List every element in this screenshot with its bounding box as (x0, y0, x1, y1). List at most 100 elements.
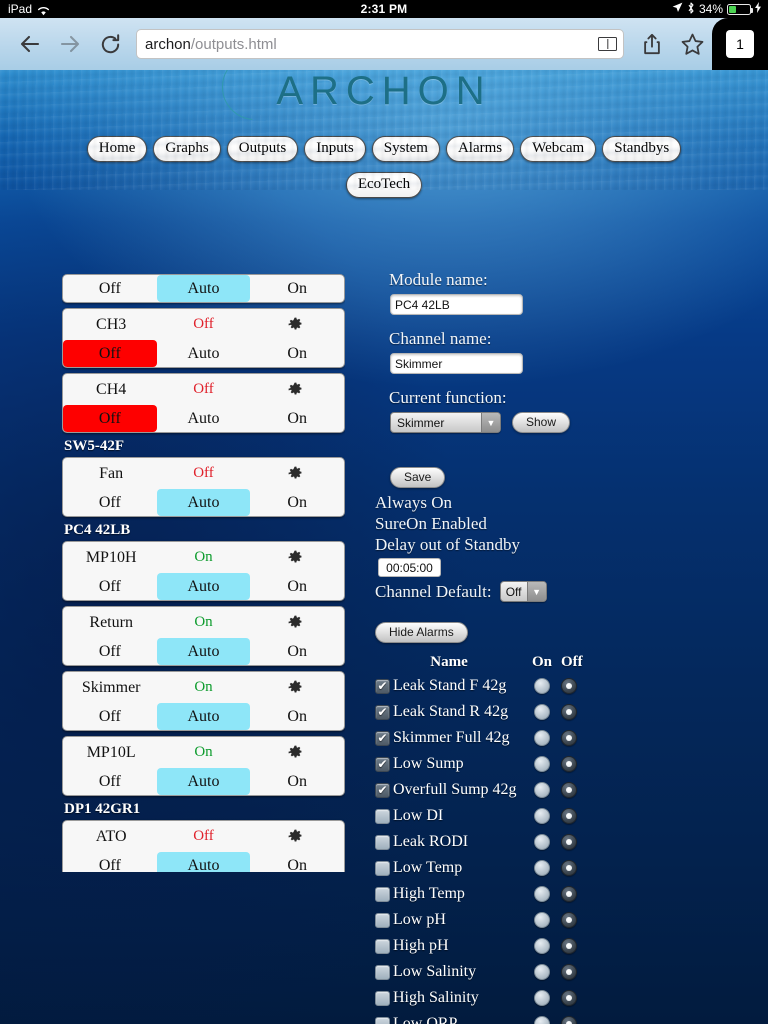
channel-mode-on-button[interactable]: On (250, 340, 344, 367)
alarm-enable-checkbox[interactable] (375, 964, 390, 980)
channel-default-select[interactable]: Off ▼ (499, 581, 547, 602)
nav-item-graphs[interactable]: Graphs (153, 136, 221, 162)
channel-mode-off-button[interactable]: Off (63, 768, 157, 795)
alarm-enable-checkbox[interactable] (375, 912, 390, 928)
nav-item-outputs[interactable]: Outputs (226, 136, 299, 162)
channel-mode-auto-button[interactable]: Auto (156, 768, 251, 795)
alarm-enable-checkbox[interactable] (375, 886, 390, 902)
bookmark-star-icon[interactable] (672, 24, 712, 64)
channel-mode-off-button[interactable]: Off (63, 275, 157, 302)
channel-mode-auto-button[interactable]: Auto (156, 489, 251, 516)
reload-button[interactable] (90, 24, 130, 64)
alarm-enable-checkbox[interactable] (375, 834, 390, 850)
current-function-select[interactable]: Skimmer ▼ (390, 412, 501, 433)
tab-overview-button[interactable]: 1 (712, 18, 768, 70)
gear-icon[interactable] (250, 745, 342, 760)
alarm-off-radio[interactable] (561, 1016, 577, 1024)
alarm-enable-checkbox[interactable] (375, 1016, 390, 1024)
channel-mode-on-button[interactable]: On (250, 768, 344, 795)
alarm-enable-checkbox[interactable]: ✔ (375, 730, 390, 746)
hide-alarms-button[interactable]: Hide Alarms (375, 622, 468, 643)
gear-icon[interactable] (250, 317, 342, 332)
gear-icon[interactable] (250, 550, 342, 565)
channel-mode-auto-button[interactable]: Auto (157, 340, 251, 367)
alarm-on-radio[interactable] (534, 808, 550, 824)
delay-time-input[interactable] (378, 558, 441, 577)
alarm-on-radio[interactable] (534, 704, 550, 720)
channel-mode-on-button[interactable]: On (250, 638, 344, 665)
alarm-enable-checkbox[interactable] (375, 990, 390, 1006)
alarm-enable-checkbox[interactable]: ✔ (375, 678, 390, 694)
alarm-off-radio[interactable] (561, 938, 577, 954)
channel-mode-off-button[interactable]: Off (63, 573, 157, 600)
alarm-on-radio[interactable] (534, 756, 550, 772)
alarm-off-radio[interactable] (561, 964, 577, 980)
channel-mode-auto-button[interactable]: Auto (156, 573, 251, 600)
alarm-off-radio[interactable] (561, 860, 577, 876)
gear-icon[interactable] (250, 615, 342, 630)
alarm-off-radio[interactable] (561, 912, 577, 928)
channel-mode-auto-button[interactable]: Auto (156, 703, 251, 730)
alarm-on-radio[interactable] (534, 938, 550, 954)
show-button[interactable]: Show (512, 412, 571, 433)
channel-mode-auto-button[interactable]: Auto (156, 852, 251, 872)
channel-mode-off-button[interactable]: Off (63, 852, 157, 873)
alarm-off-radio[interactable] (561, 782, 577, 798)
channel-mode-off-button[interactable]: Off (63, 638, 157, 665)
channel-mode-on-button[interactable]: On (250, 489, 344, 516)
alarm-on-radio[interactable] (534, 860, 550, 876)
alarm-enable-checkbox[interactable]: ✔ (375, 704, 390, 720)
channel-mode-auto-button[interactable]: Auto (156, 275, 251, 302)
gear-icon[interactable] (250, 466, 342, 481)
gear-icon[interactable] (250, 382, 342, 397)
share-button[interactable] (632, 24, 672, 64)
alarm-off-radio[interactable] (561, 704, 577, 720)
nav-item-inputs[interactable]: Inputs (304, 136, 366, 162)
alarm-off-radio[interactable] (561, 834, 577, 850)
channel-mode-off-button[interactable]: Off (63, 340, 157, 367)
channel-mode-on-button[interactable]: On (250, 275, 344, 302)
save-button[interactable]: Save (390, 467, 446, 488)
alarm-enable-checkbox[interactable]: ✔ (375, 782, 390, 798)
alarm-on-radio[interactable] (534, 912, 550, 928)
channel-mode-on-button[interactable]: On (250, 703, 344, 730)
alarm-on-radio[interactable] (534, 782, 550, 798)
alarm-on-radio[interactable] (534, 990, 550, 1006)
alarm-enable-checkbox[interactable]: ✔ (375, 756, 390, 772)
channel-name-input[interactable] (390, 353, 523, 374)
gear-icon[interactable] (250, 680, 342, 695)
nav-item-system[interactable]: System (371, 136, 440, 162)
back-button[interactable] (10, 24, 50, 64)
alarm-off-radio[interactable] (561, 756, 577, 772)
alarm-enable-checkbox[interactable] (375, 860, 390, 876)
nav-item-standbys[interactable]: Standbys (602, 136, 682, 162)
channel-mode-auto-button[interactable]: Auto (156, 638, 251, 665)
alarm-off-radio[interactable] (561, 808, 577, 824)
alarm-enable-checkbox[interactable] (375, 808, 390, 824)
alarm-on-radio[interactable] (534, 886, 550, 902)
channel-mode-on-button[interactable]: On (250, 573, 344, 600)
alarm-on-radio[interactable] (534, 964, 550, 980)
forward-button[interactable] (50, 24, 90, 64)
channel-mode-off-button[interactable]: Off (63, 703, 157, 730)
channel-mode-on-button[interactable]: On (250, 852, 344, 873)
alarm-on-radio[interactable] (534, 1016, 550, 1024)
address-bar[interactable]: archon/outputs.html (136, 29, 624, 59)
alarm-off-radio[interactable] (561, 730, 577, 746)
alarm-off-radio[interactable] (561, 886, 577, 902)
channel-mode-off-button[interactable]: Off (63, 489, 157, 516)
alarm-on-radio[interactable] (534, 678, 550, 694)
nav-item-home[interactable]: Home (86, 136, 148, 162)
channel-mode-off-button[interactable]: Off (63, 405, 157, 432)
nav-item-webcam[interactable]: Webcam (520, 136, 597, 162)
channel-mode-on-button[interactable]: On (250, 405, 344, 432)
alarm-off-radio[interactable] (561, 990, 577, 1006)
alarm-on-radio[interactable] (534, 834, 550, 850)
reader-view-icon[interactable] (598, 37, 617, 51)
alarm-enable-checkbox[interactable] (375, 938, 390, 954)
alarm-on-radio[interactable] (534, 730, 550, 746)
alarm-off-radio[interactable] (561, 678, 577, 694)
module-name-input[interactable] (390, 294, 523, 315)
nav-item-alarms[interactable]: Alarms (445, 136, 515, 162)
gear-icon[interactable] (250, 829, 342, 844)
